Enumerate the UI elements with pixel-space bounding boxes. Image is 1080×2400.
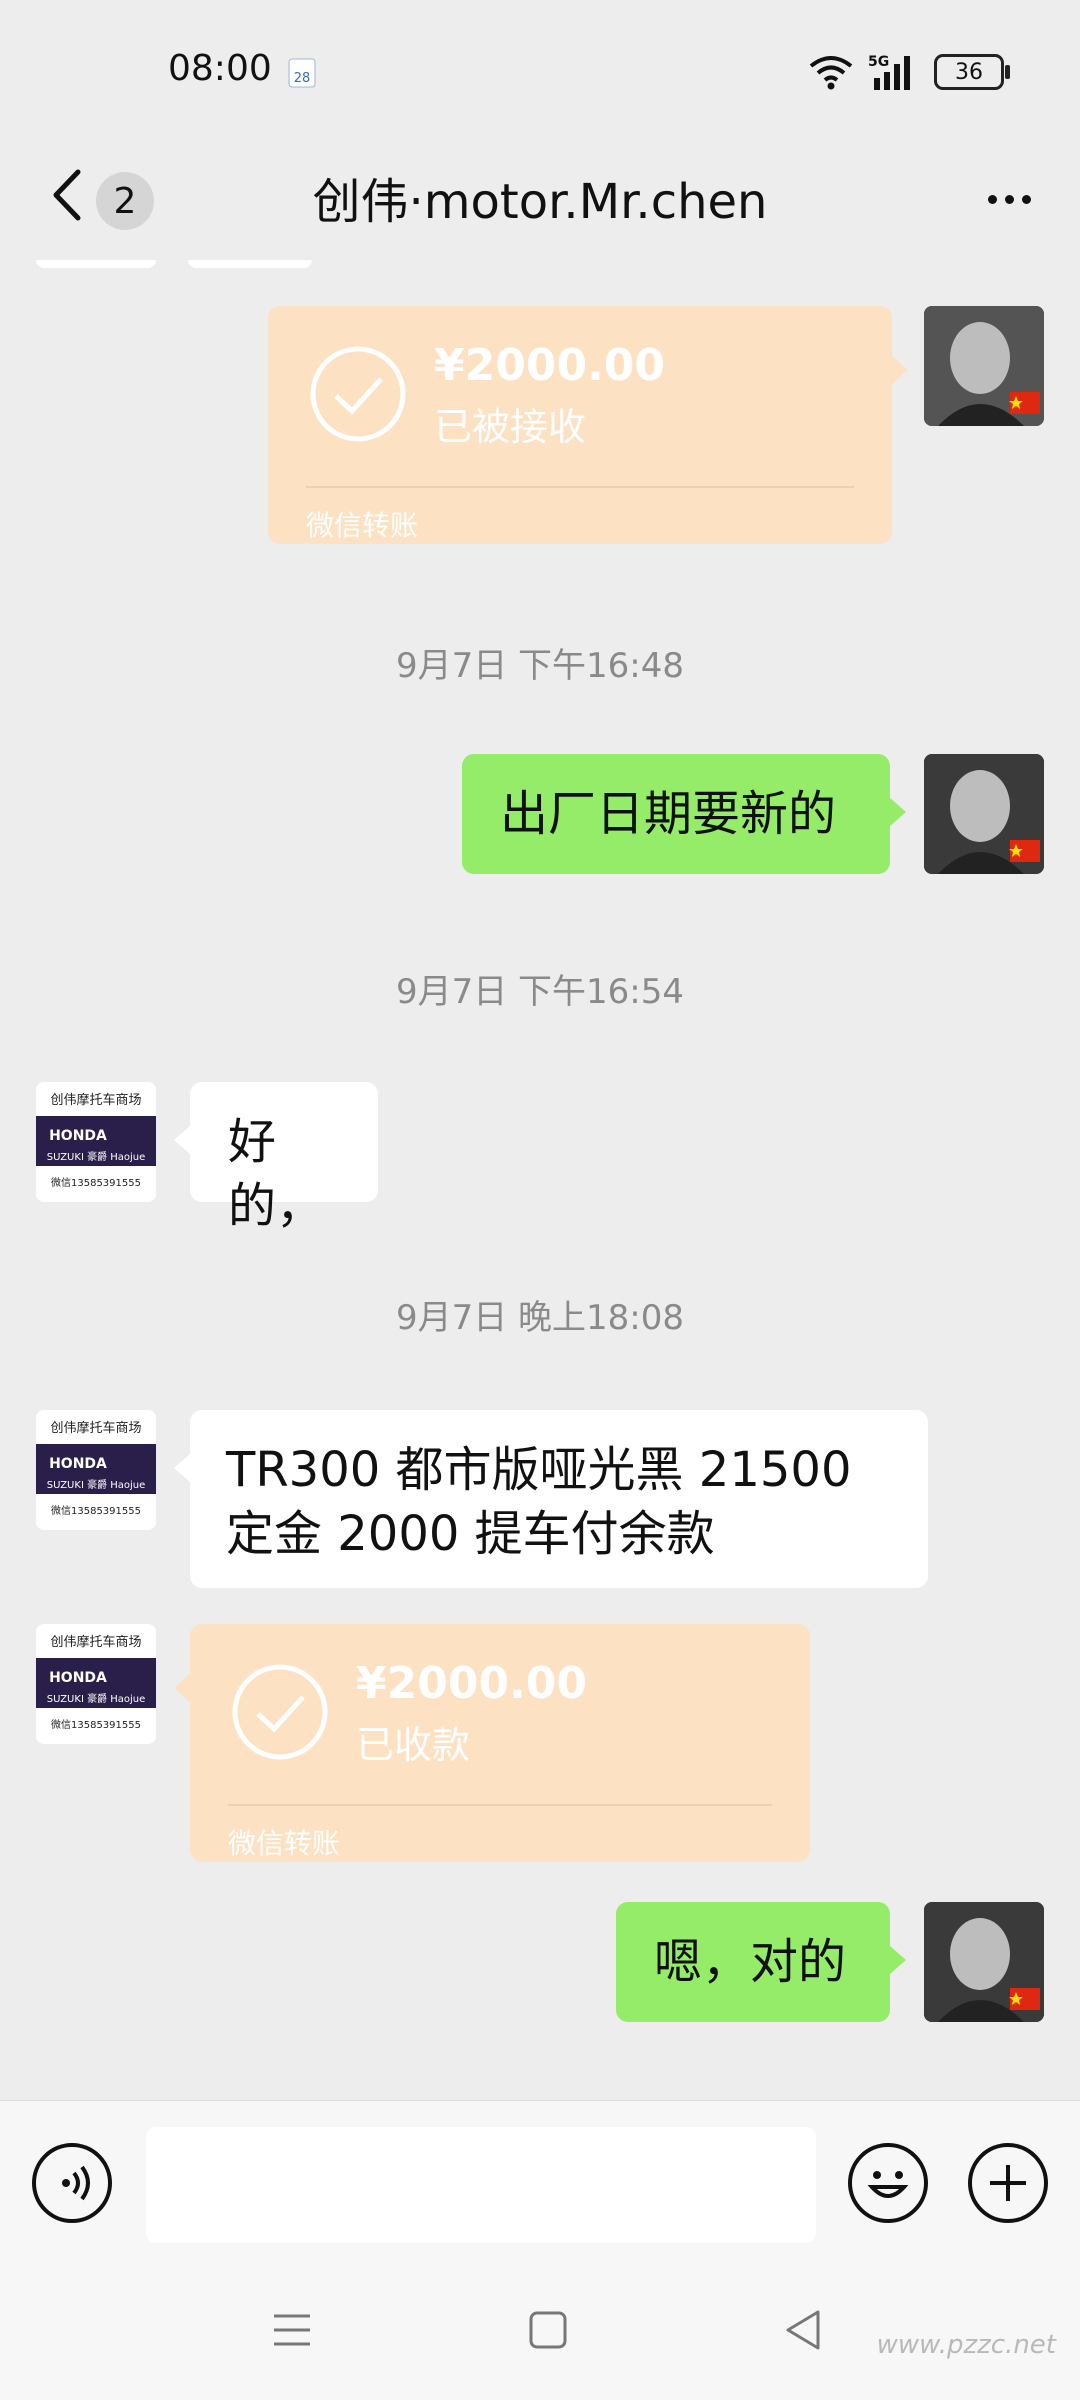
system-navigation-bar: www.pzzc.net <box>0 2260 1080 2400</box>
chat-header: 2 创伟·motor.Mr.chen <box>0 140 1080 260</box>
shop-logo-avatar: 创伟摩托车商场 HONDA SUZUKI 豪爵 Haojue 微信1358539… <box>36 1410 156 1530</box>
cellular-signal-icon: 5G <box>868 54 910 90</box>
status-icons: 5G 36 <box>808 50 1010 94</box>
chat-title: 创伟·motor.Mr.chen <box>312 174 768 230</box>
message-bubble-sent[interactable]: 出厂日期要新的 <box>462 754 890 874</box>
scrolled-bubble-edge <box>188 260 312 268</box>
transfer-status: 已收款 <box>356 1723 471 1767</box>
transfer-card-sent[interactable]: ¥2000.00 已被接收 微信转账 <box>268 306 892 544</box>
contact-avatar[interactable]: 创伟摩托车商场 HONDA SUZUKI 豪爵 Haojue 微信1358539… <box>36 1082 156 1202</box>
transfer-footer: 微信转账 <box>228 1827 341 1860</box>
svg-text:创伟摩托车商场: 创伟摩托车商场 <box>50 1420 141 1436</box>
plus-icon <box>990 2165 1026 2201</box>
shop-logo-avatar: 创伟摩托车商场 HONDA SUZUKI 豪爵 Haojue 微信1358539… <box>36 1082 156 1202</box>
timestamp: 9月7日 晚上18:08 <box>395 1298 685 1338</box>
message-bubble-sent[interactable]: 嗯，对的 <box>616 1902 890 2022</box>
svg-text:HONDA: HONDA <box>49 1670 107 1686</box>
calendar-icon: 28 <box>288 58 316 88</box>
my-avatar[interactable] <box>924 1902 1044 2022</box>
contact-avatar[interactable]: 创伟摩托车商场 HONDA SUZUKI 豪爵 Haojue 微信1358539… <box>36 1624 156 1744</box>
shop-logo-avatar: 创伟摩托车商场 HONDA SUZUKI 豪爵 Haojue 微信1358539… <box>36 1624 156 1744</box>
bubble-tail <box>890 1946 906 1974</box>
more-options-icon[interactable] <box>974 174 1044 224</box>
back-arrow-icon[interactable] <box>44 160 94 230</box>
status-bar: 08:00 28 5G 36 <box>0 0 1080 140</box>
svg-text:SUZUKI 豪爵 Haojue: SUZUKI 豪爵 Haojue <box>47 1150 146 1163</box>
smiley-icon <box>867 2171 909 2198</box>
transfer-footer: 微信转账 <box>306 509 419 542</box>
svg-text:微信13585391555: 微信13585391555 <box>51 1176 141 1189</box>
transfer-amount: ¥2000.00 <box>356 1658 588 1709</box>
scrolled-avatar-edge <box>36 260 156 268</box>
svg-text:HONDA: HONDA <box>49 1456 107 1472</box>
voice-icon <box>62 2165 90 2201</box>
message-line: 定金 2000 提车付余款 <box>226 1506 715 1562</box>
bubble-tail <box>890 798 906 826</box>
bubble-tail <box>174 1454 190 1482</box>
svg-text:SUZUKI 豪爵 Haojue: SUZUKI 豪爵 Haojue <box>47 1478 146 1491</box>
wifi-icon <box>809 56 853 90</box>
svg-text:创伟摩托车商场: 创伟摩托车商场 <box>50 1092 141 1108</box>
transfer-card-received[interactable]: ¥2000.00 已收款 微信转账 <box>190 1624 810 1862</box>
svg-text:5G: 5G <box>868 54 889 70</box>
more-functions-button[interactable] <box>968 2143 1048 2223</box>
transfer-divider <box>306 486 854 488</box>
message-list[interactable]: ¥2000.00 已被接收 微信转账 9月7日 下午16:48 出厂日期要新的 … <box>0 260 1080 2100</box>
unread-count-badge[interactable]: 2 <box>96 172 154 230</box>
bubble-tail <box>892 356 908 384</box>
transfer-divider <box>228 1804 772 1806</box>
svg-text:创伟摩托车商场: 创伟摩托车商场 <box>50 1634 141 1650</box>
timestamp: 9月7日 下午16:48 <box>395 646 685 686</box>
transfer-status: 已被接收 <box>434 405 587 449</box>
person-avatar-icon <box>924 1902 1044 2022</box>
my-avatar[interactable] <box>924 754 1044 874</box>
check-circle-icon <box>232 1664 328 1760</box>
message-bubble-received[interactable]: TR300 都市版哑光黑 21500 定金 2000 提车付余款 <box>190 1410 928 1588</box>
person-avatar-icon <box>924 754 1044 874</box>
bubble-tail <box>174 1126 190 1154</box>
bubble-tail <box>174 1674 190 1702</box>
svg-text:微信13585391555: 微信13585391555 <box>51 1718 141 1731</box>
message-bubble-received[interactable]: 好的， <box>190 1082 378 1234</box>
svg-text:微信13585391555: 微信13585391555 <box>51 1504 141 1517</box>
emoji-button[interactable] <box>848 2143 928 2223</box>
home-icon[interactable] <box>528 2310 568 2350</box>
status-time: 08:00 <box>168 48 272 89</box>
transfer-amount: ¥2000.00 <box>434 340 666 391</box>
timestamp: 9月7日 下午16:54 <box>395 972 685 1012</box>
battery-icon: 36 <box>934 54 1010 90</box>
person-avatar-icon <box>924 306 1044 426</box>
contact-avatar[interactable]: 创伟摩托车商场 HONDA SUZUKI 豪爵 Haojue 微信1358539… <box>36 1410 156 1530</box>
my-avatar[interactable] <box>924 306 1044 426</box>
message-input[interactable] <box>146 2127 816 2243</box>
battery-level: 36 <box>955 59 983 85</box>
svg-text:SUZUKI 豪爵 Haojue: SUZUKI 豪爵 Haojue <box>47 1692 146 1705</box>
message-line: TR300 都市版哑光黑 21500 <box>226 1442 852 1498</box>
input-bar <box>0 2100 1080 2261</box>
svg-text:HONDA: HONDA <box>49 1128 107 1144</box>
svg-text:28: 28 <box>294 71 311 86</box>
back-triangle-icon[interactable] <box>784 2308 824 2352</box>
watermark: www.pzzc.net <box>876 2330 1056 2360</box>
check-circle-icon <box>310 346 406 442</box>
voice-input-button[interactable] <box>32 2143 112 2223</box>
menu-icon[interactable] <box>272 2310 312 2350</box>
